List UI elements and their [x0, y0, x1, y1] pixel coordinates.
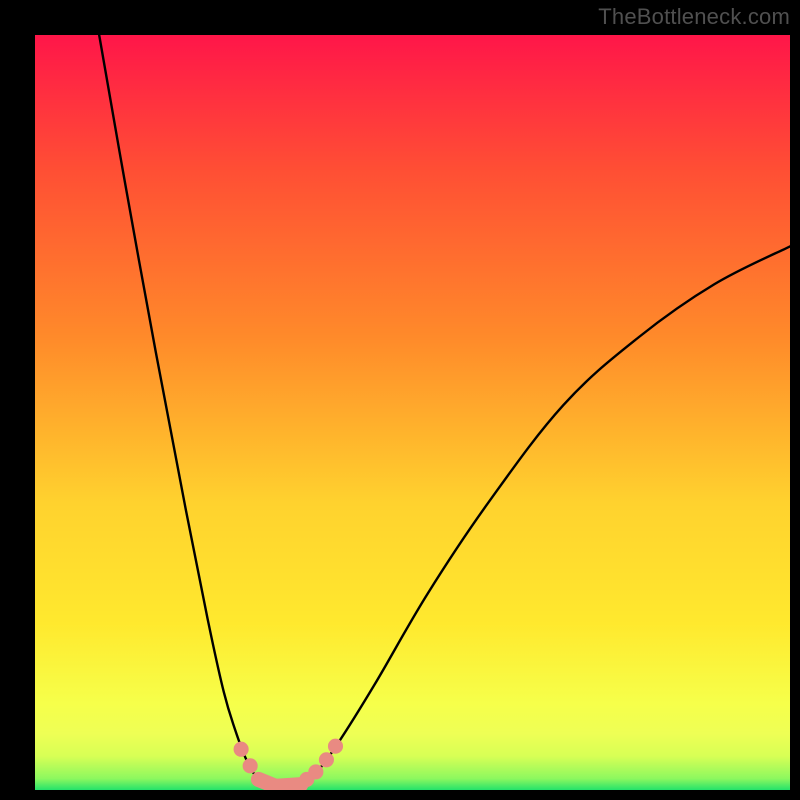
watermark-text: TheBottleneck.com	[598, 4, 790, 30]
plot-area	[35, 35, 790, 790]
marker-dot	[234, 742, 249, 757]
marker-dot	[328, 739, 343, 754]
marker-dot	[308, 764, 323, 779]
marker-dot	[319, 752, 334, 767]
marker-capsule	[277, 785, 301, 787]
chart-svg	[35, 35, 790, 790]
gradient-background	[35, 35, 790, 790]
chart-container: TheBottleneck.com	[0, 0, 800, 800]
marker-dot	[243, 758, 258, 773]
